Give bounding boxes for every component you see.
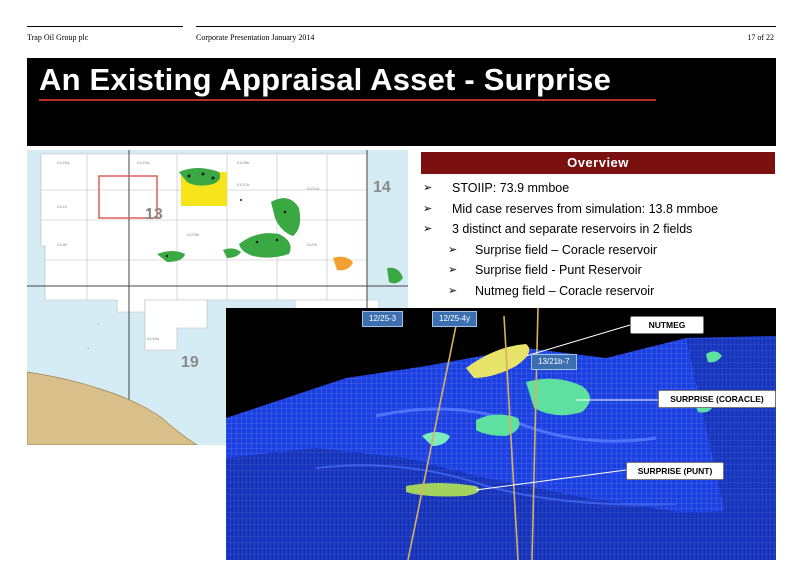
block-number-14: 14 [373,179,391,196]
overview-bullet-list: ➢ STOIIP: 73.9 mmboe ➢ Mid case reserves f… [421,178,781,301]
bullet-text: STOIIP: 73.9 mmboe [452,181,570,195]
title-underline [39,99,656,101]
header-rule-left [27,26,183,27]
header-page-number: 17 of 22 [747,33,774,42]
arrow-bullet-icon: ➢ [423,223,433,235]
svg-text:01/28b: 01/28b [237,160,250,165]
svg-text:+: + [97,322,100,327]
svg-text:01/27b: 01/27b [237,182,250,187]
arrow-bullet-icon: ➢ [423,202,433,215]
slide-title: An Existing Appraisal Asset - Surprise [39,62,612,97]
arrow-bullet-icon: ➢ [448,243,458,256]
arrow-bullet-icon: ➢ [423,182,433,194]
arrow-bullet-icon: ➢ [448,264,458,276]
bullet-text: Surprise field – Coracle reservoir [475,242,658,257]
svg-text:01/23a: 01/23a [137,160,150,165]
well-label-12-25-3: 12/25-3 [362,311,404,327]
bullet-text: 3 distinct and separate reservoirs in 2 … [452,222,693,236]
arrow-bullet-icon: ➢ [448,284,458,297]
svg-text:01/26: 01/26 [307,242,318,247]
bullet-stoiip: ➢ STOIIP: 73.9 mmboe [421,178,781,199]
overview-heading: Overview [421,152,775,174]
label-surprise-coracle: SURPRISE (CORACLE) [658,390,776,408]
title-bar: An Existing Appraisal Asset - Surprise [27,58,776,146]
well-label-12-25-4y: 12/25-4y [432,311,478,327]
reservoir-model-image: 12/25-3 12/25-4y 13/21b-7 NUTMEG SURPRIS… [226,308,776,560]
well-label-13-21b-7: 13/21b-7 [531,354,577,370]
label-surprise-punt: SURPRISE (PUNT) [626,462,724,480]
svg-text:01/25b: 01/25b [187,232,200,237]
svg-text:01/30: 01/30 [57,242,68,247]
bullet-text: Nutmeg field – Coracle reservoir [475,283,655,298]
block-number-19: 19 [181,354,199,371]
svg-text:01/24: 01/24 [57,204,68,209]
block-number-13: 13 [145,206,163,223]
bullet-nutmeg-coracle: ➢ Nutmeg field – Coracle reservoir [421,281,781,302]
header-presentation: Corporate Presentation January 2014 [196,33,315,42]
bullet-surprise-coracle: ➢ Surprise field – Coracle reservoir [421,240,781,261]
reservoir-model-graphic [226,308,776,560]
svg-text:01/21a: 01/21a [307,186,320,191]
svg-text:01/40a: 01/40a [147,336,160,341]
svg-text:01/22a: 01/22a [57,160,70,165]
bullet-text: Mid case reserves from simulation: 13.8 … [452,201,719,216]
bullet-surprise-punt: ➢ Surprise field - Punt Reservoir [421,260,781,281]
svg-text:+: + [87,346,90,351]
label-nutmeg: NUTMEG [630,316,704,334]
bullet-reservoirs: ➢ 3 distinct and separate reservoirs in 2… [421,219,781,240]
bullet-text: Surprise field - Punt Reservoir [475,263,642,277]
header-company: Trap Oil Group plc [27,33,89,42]
header-rule-right [196,26,776,27]
bullet-mid-case-reserves: ➢ Mid case reserves from simulation: 13.8… [421,199,781,220]
